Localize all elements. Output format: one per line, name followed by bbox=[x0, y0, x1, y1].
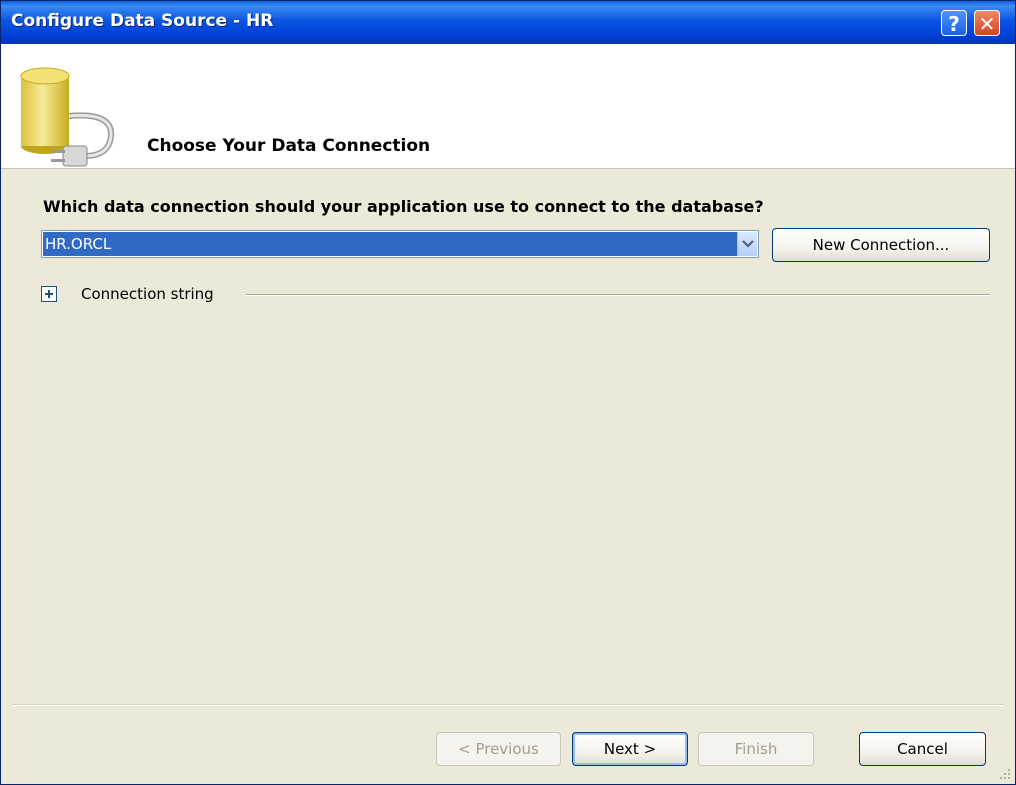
page-title: Choose Your Data Connection bbox=[147, 136, 431, 156]
finish-button[interactable]: Finish bbox=[698, 732, 814, 766]
connection-question-label: Which data connection should your applic… bbox=[43, 197, 764, 216]
connection-select-dropdown-button[interactable] bbox=[737, 232, 757, 256]
connection-string-divider bbox=[246, 294, 990, 296]
connection-select[interactable]: HR.ORCL bbox=[41, 230, 759, 258]
new-connection-button[interactable]: New Connection... bbox=[772, 228, 990, 262]
configure-data-source-dialog: Configure Data Source - HR ? ✕ Choose Yo… bbox=[0, 0, 1016, 785]
connection-string-label: Connection string bbox=[81, 285, 214, 303]
previous-button[interactable]: < Previous bbox=[436, 732, 561, 766]
resize-grip-icon[interactable] bbox=[997, 766, 1011, 780]
title-bar[interactable]: Configure Data Source - HR ? ✕ bbox=[1, 1, 1015, 44]
expand-connection-string-icon[interactable] bbox=[41, 286, 57, 302]
chevron-down-icon bbox=[742, 240, 754, 248]
window-title: Configure Data Source - HR bbox=[11, 11, 274, 31]
footer-divider bbox=[13, 704, 1005, 706]
wizard-header: Choose Your Data Connection bbox=[1, 44, 1015, 169]
help-icon: ? bbox=[948, 12, 960, 36]
close-button[interactable]: ✕ bbox=[974, 10, 1000, 36]
cancel-button[interactable]: Cancel bbox=[859, 732, 986, 766]
database-plug-icon bbox=[20, 67, 115, 167]
help-button[interactable]: ? bbox=[941, 10, 967, 36]
close-icon: ✕ bbox=[978, 12, 996, 36]
connection-select-value: HR.ORCL bbox=[43, 232, 737, 256]
next-button[interactable]: Next > bbox=[572, 732, 688, 766]
